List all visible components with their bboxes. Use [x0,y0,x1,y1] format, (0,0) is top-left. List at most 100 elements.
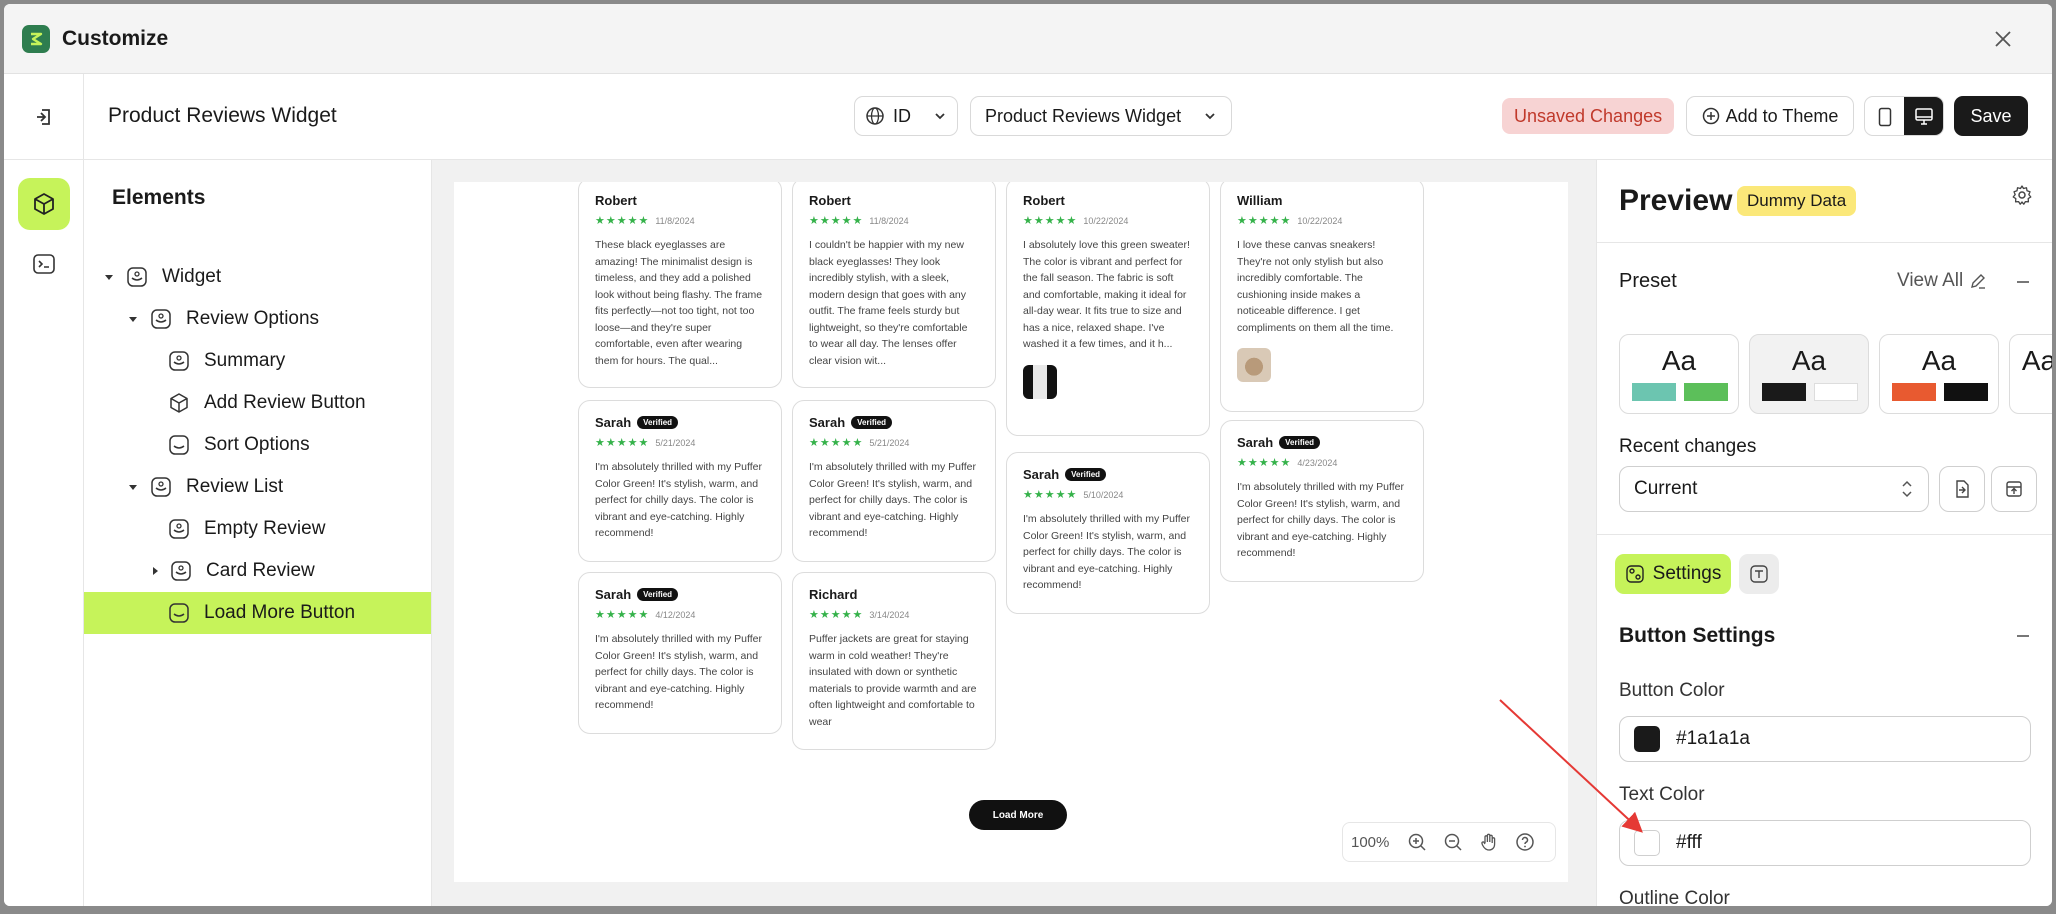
tree-item-widget[interactable]: Widget [84,256,431,298]
text-color-swatch[interactable] [1634,830,1660,856]
canvas-area: Robert ★★★★★ 11/8/2024 These black eyegla… [432,160,1596,906]
review-date: 5/21/2024 [655,437,696,448]
verified-badge: Verified [1279,436,1321,449]
preview-canvas: Robert ★★★★★ 11/8/2024 These black eyegla… [454,182,1568,882]
review-date: 11/8/2024 [869,215,909,226]
preview-settings-button[interactable] [2007,180,2037,210]
button-color-value: #1a1a1a [1676,728,1750,749]
tree-item-review-options[interactable]: Review Options [84,298,431,340]
zoom-out-icon [1445,833,1462,851]
preset-card[interactable]: Aa [2009,334,2052,414]
zoom-level: 100% [1351,833,1390,851]
app-logo-icon [22,24,50,53]
pan-button[interactable] [1477,830,1501,854]
button-color-input[interactable]: #1a1a1a [1619,716,2031,762]
tab-style[interactable] [1739,554,1779,594]
help-button[interactable] [1513,830,1537,854]
tree-item-sort-options[interactable]: Sort Options [84,424,431,466]
zoom-out-button[interactable] [1441,830,1465,854]
component-icon [170,560,192,582]
close-window-button[interactable] [1988,24,2018,54]
preset-card[interactable]: Aa [1749,334,1869,414]
reviewer-name: Robert [595,193,637,208]
preset-sample-text: Aa [1791,345,1827,376]
recent-changes-select[interactable]: Current [1619,466,1929,512]
zoom-in-icon [1409,833,1426,851]
help-icon [1516,833,1535,851]
customize-window: Customize Product Reviews Widget ID Prod… [4,4,2052,906]
button-color-swatch[interactable] [1634,726,1660,752]
globe-icon [866,107,884,125]
review-card[interactable]: Sarah Verified ★★★★★ 5/10/2024 I'm absolut… [1006,452,1210,614]
review-text: I love these canvas sneakers! They're no… [1237,239,1394,334]
review-card[interactable]: William ★★★★★ 10/22/2024 I love these can… [1220,182,1424,412]
tree-item-label: Summary [204,350,286,371]
button-settings-collapse[interactable] [2011,624,2035,648]
settings-sliders-icon [1625,565,1644,583]
tree-item-label: Empty Review [204,518,326,539]
export-button[interactable] [1991,466,2037,512]
reviewer-name: Robert [1023,193,1065,208]
desktop-view-button[interactable] [1904,97,1943,135]
review-photo[interactable] [1237,348,1271,382]
caret-down-icon[interactable] [126,480,140,494]
star-rating: ★★★★★ [1023,489,1078,501]
tree-item-label: Add Review Button [204,392,366,413]
review-photo[interactable] [1023,364,1057,399]
review-date: 4/23/2024 [1297,457,1338,468]
review-card[interactable]: Sarah Verified ★★★★★ 5/21/2024 I'm absolut… [792,400,996,562]
widget-select[interactable]: Product Reviews Widget [970,96,1232,136]
tree-item-add-review-button[interactable]: Add Review Button [84,382,431,424]
page-title: Product Reviews Widget [108,104,337,127]
star-rating: ★★★★★ [1237,215,1292,227]
review-date: 10/22/2024 [1297,215,1343,226]
tab-settings[interactable]: Settings [1615,554,1731,594]
tree-item-review-list[interactable]: Review List [84,466,431,508]
preview-title: Preview [1619,184,1733,217]
reviewer-name: Sarah [595,415,632,430]
preset-collapse-button[interactable] [2011,270,2035,294]
load-more-button[interactable]: Load More [969,800,1067,830]
tree-item-empty-review[interactable]: Empty Review [84,508,431,550]
star-rating: ★★★★★ [809,609,864,621]
view-all-link[interactable]: View All [1897,270,1987,292]
recent-changes-value: Current [1634,478,1698,499]
review-text: I'm absolutely thrilled with my Puffer C… [1023,513,1190,591]
star-rating: ★★★★★ [595,609,650,621]
add-to-theme-button[interactable]: Add to Theme [1686,96,1854,136]
elements-panel: Elements Widget Review Options Summary A… [84,160,432,906]
verified-badge: Verified [637,588,679,601]
component-icon [168,350,190,372]
tree-item-label: Load More Button [204,602,356,623]
language-select[interactable]: ID [854,96,958,136]
elements-rail-button[interactable] [18,178,70,230]
caret-down-icon[interactable] [102,270,116,284]
tree-item-summary[interactable]: Summary [84,340,431,382]
reviewer-name: Sarah [595,587,632,602]
zoom-in-button[interactable] [1405,830,1429,854]
preset-card[interactable]: Aa [1619,334,1739,414]
exit-button[interactable] [4,74,84,160]
preset-card[interactable]: Aa [1879,334,1999,414]
review-text: I'm absolutely thrilled with my Puffer C… [595,633,762,711]
mobile-view-button[interactable] [1865,97,1904,135]
code-rail-button[interactable] [18,238,70,290]
review-card[interactable]: Robert ★★★★★ 11/8/2024 I couldn't be happ… [792,182,996,388]
review-card[interactable]: Sarah Verified ★★★★★ 4/12/2024 I'm absolut… [578,572,782,734]
terminal-icon [33,254,55,274]
save-button[interactable]: Save [1954,96,2028,136]
text-style-icon [1750,565,1768,583]
review-card[interactable]: Richard ★★★★★ 3/14/2024 Puffer jackets ar… [792,572,996,750]
tree-item-card-review[interactable]: Card Review [84,550,431,592]
review-card[interactable]: Robert ★★★★★ 11/8/2024 These black eyegla… [578,182,782,388]
review-card[interactable]: Sarah Verified ★★★★★ 5/21/2024 I'm absolut… [578,400,782,562]
review-card[interactable]: Robert ★★★★★ 10/22/2024 I absolutely love… [1006,182,1210,436]
caret-right-icon[interactable] [148,564,162,578]
unsaved-changes-badge: Unsaved Changes [1502,98,1675,134]
review-card[interactable]: Sarah Verified ★★★★★ 4/23/2024 I'm absolut… [1220,420,1424,582]
text-color-input[interactable]: #fff [1619,820,2031,866]
tree-item-load-more-button[interactable]: Load More Button [84,592,431,634]
caret-down-icon[interactable] [126,312,140,326]
import-button[interactable] [1939,466,1985,512]
verified-badge: Verified [637,416,679,429]
